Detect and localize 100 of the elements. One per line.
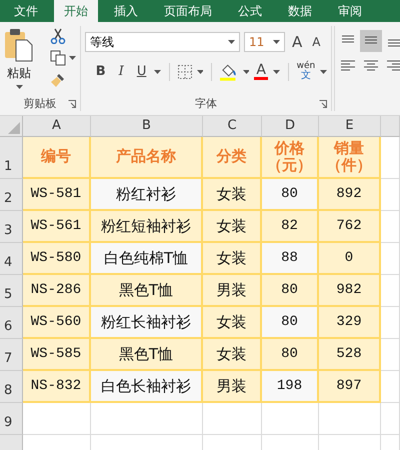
- table-cell: 粉红衬衫: [91, 179, 203, 211]
- header-cell: 编号: [23, 137, 91, 179]
- grow-font-button[interactable]: A: [289, 33, 306, 51]
- caret-icon[interactable]: [69, 56, 76, 60]
- empty-cell: [262, 403, 319, 435]
- table-cell: 762: [319, 211, 381, 243]
- format-button[interactable]: I: [113, 64, 129, 79]
- caret-icon[interactable]: [16, 85, 22, 89]
- align-center-icon[interactable]: [363, 60, 379, 72]
- format-button[interactable]: U: [134, 64, 150, 79]
- table-cell: 82: [262, 211, 319, 243]
- table-cell: 白色长袖衬衫: [91, 371, 203, 403]
- table-cell: 892: [319, 179, 381, 211]
- font-name-field[interactable]: 等线: [85, 32, 240, 52]
- empty-cell: [381, 275, 400, 307]
- caret-icon[interactable]: [273, 40, 280, 44]
- table-cell: 80: [262, 339, 319, 371]
- border-icon[interactable]: [178, 64, 192, 78]
- empty-cell: [381, 339, 400, 371]
- shrink-font-button[interactable]: A: [309, 35, 324, 49]
- caret-icon[interactable]: [272, 70, 280, 74]
- column-header[interactable]: B: [91, 116, 203, 137]
- column-header[interactable]: A: [23, 116, 91, 137]
- caret-icon[interactable]: [242, 70, 250, 74]
- row-header[interactable]: 2: [0, 179, 23, 211]
- table-cell: 女装: [203, 211, 262, 243]
- column-header[interactable]: C: [203, 116, 262, 137]
- header-cell: 产品名称: [91, 137, 203, 179]
- row-header[interactable]: 3: [0, 211, 23, 243]
- ribbon-tab[interactable]: 数据: [278, 0, 322, 22]
- empty-cell: [319, 403, 381, 435]
- paste-icon[interactable]: [4, 28, 34, 62]
- table-cell: 528: [319, 339, 381, 371]
- table-cell: 88: [262, 243, 319, 275]
- empty-cell: [381, 211, 400, 243]
- table-cell: WS-560: [23, 307, 91, 339]
- empty-cell: [381, 371, 400, 403]
- table-cell: 黑色T恤: [91, 275, 203, 307]
- table-cell: 白色纯棉T恤: [91, 243, 203, 275]
- table-cell: 男装: [203, 371, 262, 403]
- ribbon-tab[interactable]: 插入: [104, 0, 148, 22]
- table-cell: 80: [262, 179, 319, 211]
- header-cell: 分类: [203, 137, 262, 179]
- row-header[interactable]: 5: [0, 275, 23, 307]
- row-header[interactable]: 8: [0, 371, 23, 403]
- column-header[interactable]: D: [262, 116, 319, 137]
- table-cell: 897: [319, 371, 381, 403]
- align-right-icon[interactable]: [386, 60, 400, 72]
- fill-color-icon[interactable]: [220, 62, 238, 80]
- table-cell: WS-581: [23, 179, 91, 211]
- row-header[interactable]: 9: [0, 403, 23, 435]
- format-button[interactable]: B: [93, 64, 108, 79]
- align-left-icon[interactable]: [340, 60, 356, 72]
- table-cell: 80: [262, 275, 319, 307]
- header-cell: 销量（件）: [319, 137, 381, 179]
- ribbon-tab[interactable]: 公式: [228, 0, 272, 22]
- table-cell: 女装: [203, 339, 262, 371]
- table-cell: WS-580: [23, 243, 91, 275]
- table-cell: 女装: [203, 243, 262, 275]
- ribbon-tab[interactable]: 开始: [54, 0, 98, 22]
- empty-cell: [203, 403, 262, 435]
- caret-icon[interactable]: [228, 40, 235, 44]
- font-color-button[interactable]: A: [254, 63, 268, 80]
- row-header[interactable]: 7: [0, 339, 23, 371]
- ribbon-tab[interactable]: 页面布局: [154, 0, 222, 22]
- launcher-icon[interactable]: [319, 100, 327, 108]
- caret-icon[interactable]: [320, 70, 328, 74]
- table-cell: WS-561: [23, 211, 91, 243]
- brush-icon[interactable]: [50, 72, 66, 88]
- empty-cell: [381, 243, 400, 275]
- row-header[interactable]: 1: [0, 137, 23, 179]
- table-cell: 198: [262, 371, 319, 403]
- table-cell: NS-286: [23, 275, 91, 307]
- ribbon-tab[interactable]: 文件: [4, 0, 48, 22]
- font-size-field[interactable]: 11: [244, 32, 285, 52]
- table-cell: 女装: [203, 179, 262, 211]
- scissors-icon[interactable]: [50, 28, 66, 44]
- table-cell: 982: [319, 275, 381, 307]
- header-cell: 价格（元）: [262, 137, 319, 179]
- empty-cell: [381, 307, 400, 339]
- column-header[interactable]: E: [319, 116, 381, 137]
- table-cell: 80: [262, 307, 319, 339]
- paste-button[interactable]: 粘贴: [7, 65, 31, 82]
- caret-icon[interactable]: [196, 70, 204, 74]
- phonetic-button[interactable]: wén 文: [296, 62, 316, 81]
- row-header[interactable]: 4: [0, 243, 23, 275]
- table-cell: 黑色T恤: [91, 339, 203, 371]
- table-cell: 粉红短袖衬衫: [91, 211, 203, 243]
- row-header[interactable]: 6: [0, 307, 23, 339]
- empty-cell: [381, 179, 400, 211]
- table-cell: 男装: [203, 275, 262, 307]
- launcher-icon[interactable]: [68, 100, 76, 108]
- group-label: 剪贴板: [24, 96, 56, 110]
- align-middle-icon[interactable]: [360, 30, 382, 52]
- table-cell: 粉红长袖衬衫: [91, 307, 203, 339]
- table-cell: 329: [319, 307, 381, 339]
- group-label: 字体: [195, 96, 217, 110]
- caret-icon[interactable]: [154, 70, 162, 74]
- copy-icon[interactable]: [50, 50, 66, 66]
- ribbon-tab[interactable]: 审阅: [328, 0, 372, 22]
